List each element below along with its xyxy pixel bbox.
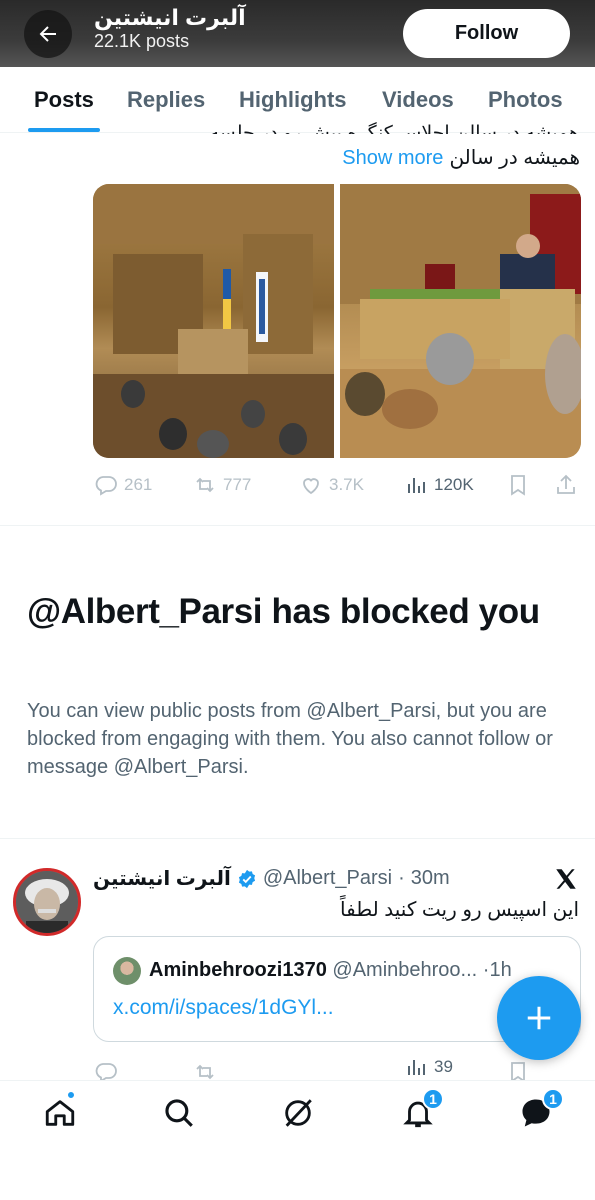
quoted-author-handle: @Aminbehroo... xyxy=(332,959,478,981)
messages-badge: 1 xyxy=(542,1088,564,1110)
tab-highlights[interactable]: Highlights xyxy=(239,87,347,113)
heart-icon xyxy=(303,478,319,495)
post-text-line: Show more همیشه در سالن xyxy=(0,145,580,170)
tab-videos[interactable]: Videos xyxy=(382,87,454,113)
post-media-grid xyxy=(93,184,581,458)
quoted-time: 1h xyxy=(489,959,512,981)
views-count: 120K xyxy=(434,475,474,494)
follow-button[interactable]: Follow xyxy=(403,9,570,58)
post-count: 22.1K posts xyxy=(94,31,190,51)
home-new-dot xyxy=(66,1090,76,1100)
share-icon xyxy=(557,474,575,494)
author-handle[interactable]: @Albert_Parsi xyxy=(263,867,392,890)
bottom-navigation: 1 1 xyxy=(0,1080,595,1200)
profile-display-name: آلبرت انیشتین xyxy=(94,5,246,30)
grok-icon xyxy=(285,1099,312,1127)
post-author-line: آلبرت انیشتین @Albert_Parsi · 30m xyxy=(93,866,450,891)
views-action[interactable]: 120K xyxy=(404,473,474,497)
reply-icon xyxy=(95,476,117,496)
post-text-fragment: همیشه در سالن xyxy=(449,147,580,169)
views-count: 39 xyxy=(434,1057,453,1076)
compose-post-button[interactable] xyxy=(497,976,581,1060)
bookmark-button[interactable] xyxy=(506,1060,530,1080)
back-button[interactable] xyxy=(24,10,72,58)
plus-icon xyxy=(527,1006,551,1030)
reply-count: 261 xyxy=(124,475,153,494)
post-action-bar: 261 777 3.7K 120K xyxy=(0,470,595,500)
repost-icon xyxy=(196,1064,214,1080)
reply-action[interactable] xyxy=(94,1060,118,1080)
show-more-link[interactable]: Show more xyxy=(342,147,443,169)
like-action[interactable]: 3.7K xyxy=(299,473,364,497)
blocked-title: @Albert_Parsi has blocked you xyxy=(27,592,540,631)
nav-grok[interactable] xyxy=(278,1093,318,1133)
dot-separator: · xyxy=(398,867,405,889)
photo-speaker-podium[interactable] xyxy=(340,184,581,458)
profile-header: آلبرت انیشتین 22.1K posts Follow xyxy=(0,0,595,67)
nav-messages[interactable]: 1 xyxy=(516,1088,564,1133)
tab-photos[interactable]: Photos xyxy=(488,87,563,113)
nav-search[interactable] xyxy=(159,1093,199,1133)
spaces-link[interactable]: x.com/i/spaces/1dGYl... xyxy=(113,996,334,1020)
post-text: این اسپیس رو ریت کنید لطفاً xyxy=(340,899,579,921)
tab-replies[interactable]: Replies xyxy=(127,87,205,113)
arrow-left-icon xyxy=(39,26,56,42)
repost-icon xyxy=(196,477,214,493)
quoted-avatar xyxy=(113,957,141,985)
repost-count: 777 xyxy=(223,475,252,494)
reply-icon xyxy=(95,1063,117,1080)
repost-action[interactable]: 777 xyxy=(193,473,251,497)
tab-posts[interactable]: Posts xyxy=(34,87,94,113)
notifications-badge: 1 xyxy=(422,1088,444,1110)
divider xyxy=(0,838,595,839)
quoted-author-line: Aminbehroozi1370 @Aminbehroo... ·1h xyxy=(149,959,512,982)
x-logo-icon xyxy=(553,866,579,899)
nav-home[interactable] xyxy=(40,1090,80,1133)
views-chart-icon xyxy=(408,478,425,493)
nav-notifications[interactable]: 1 xyxy=(398,1088,444,1133)
post-time: 30m xyxy=(410,867,450,889)
post-text-cut-line: همیشه در سالن اجلاس کنگره پیش رو در جلسه xyxy=(209,123,579,134)
home-icon xyxy=(45,1100,75,1126)
post-action-bar: 39 xyxy=(0,1054,595,1080)
like-count: 3.7K xyxy=(329,475,364,494)
repost-action[interactable] xyxy=(193,1060,217,1080)
bookmark-icon xyxy=(511,475,525,496)
views-action[interactable]: 39 xyxy=(404,1055,453,1079)
reply-action[interactable]: 261 xyxy=(94,473,152,497)
blocked-description: You can view public posts from @Albert_P… xyxy=(27,700,553,778)
divider xyxy=(0,525,595,526)
author-name[interactable]: آلبرت انیشتین xyxy=(93,866,231,891)
share-button[interactable] xyxy=(554,473,578,497)
search-icon xyxy=(165,1099,193,1127)
photo-parliament-hall[interactable] xyxy=(93,184,334,458)
bookmark-button[interactable] xyxy=(506,473,530,497)
views-chart-icon xyxy=(408,1060,425,1075)
verified-badge-icon xyxy=(238,869,255,888)
avatar[interactable] xyxy=(13,868,81,936)
bookmark-icon xyxy=(511,1062,525,1080)
quoted-author-name: Aminbehroozi1370 xyxy=(149,959,327,981)
